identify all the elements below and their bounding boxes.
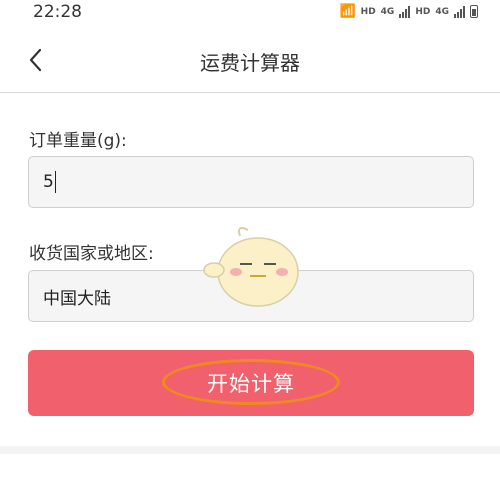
signal-icon-1: [399, 5, 411, 18]
mascot-sticker: [203, 227, 299, 307]
text-cursor: [54, 171, 56, 193]
weight-value: 5: [43, 172, 54, 192]
nav-bar: 运费计算器: [0, 26, 500, 93]
weight-label: 订单重量(g):: [29, 131, 127, 151]
status-bar: 22:28 📶 HD 4G HD 4G: [0, 0, 500, 26]
start-calculate-button[interactable]: 开始计算: [28, 350, 474, 416]
status-time: 22:28: [33, 2, 82, 22]
wifi-icon: 📶: [339, 4, 356, 19]
section-divider: [0, 446, 500, 454]
bottom-area: [0, 454, 500, 496]
network-gen-2: 4G: [435, 6, 449, 17]
page-title: 运费计算器: [200, 51, 300, 75]
start-calculate-label: 开始计算: [207, 372, 295, 396]
network-type-1: HD: [360, 6, 376, 17]
network-type-2: HD: [415, 6, 431, 17]
country-label: 收货国家或地区:: [29, 244, 154, 264]
status-icons: 📶 HD 4G HD 4G: [339, 4, 478, 19]
country-value: 中国大陆: [43, 288, 111, 309]
weight-input[interactable]: 5: [28, 156, 474, 208]
signal-icon-2: [454, 5, 465, 18]
battery-icon: [470, 5, 478, 18]
network-gen-1: 4G: [380, 6, 395, 17]
